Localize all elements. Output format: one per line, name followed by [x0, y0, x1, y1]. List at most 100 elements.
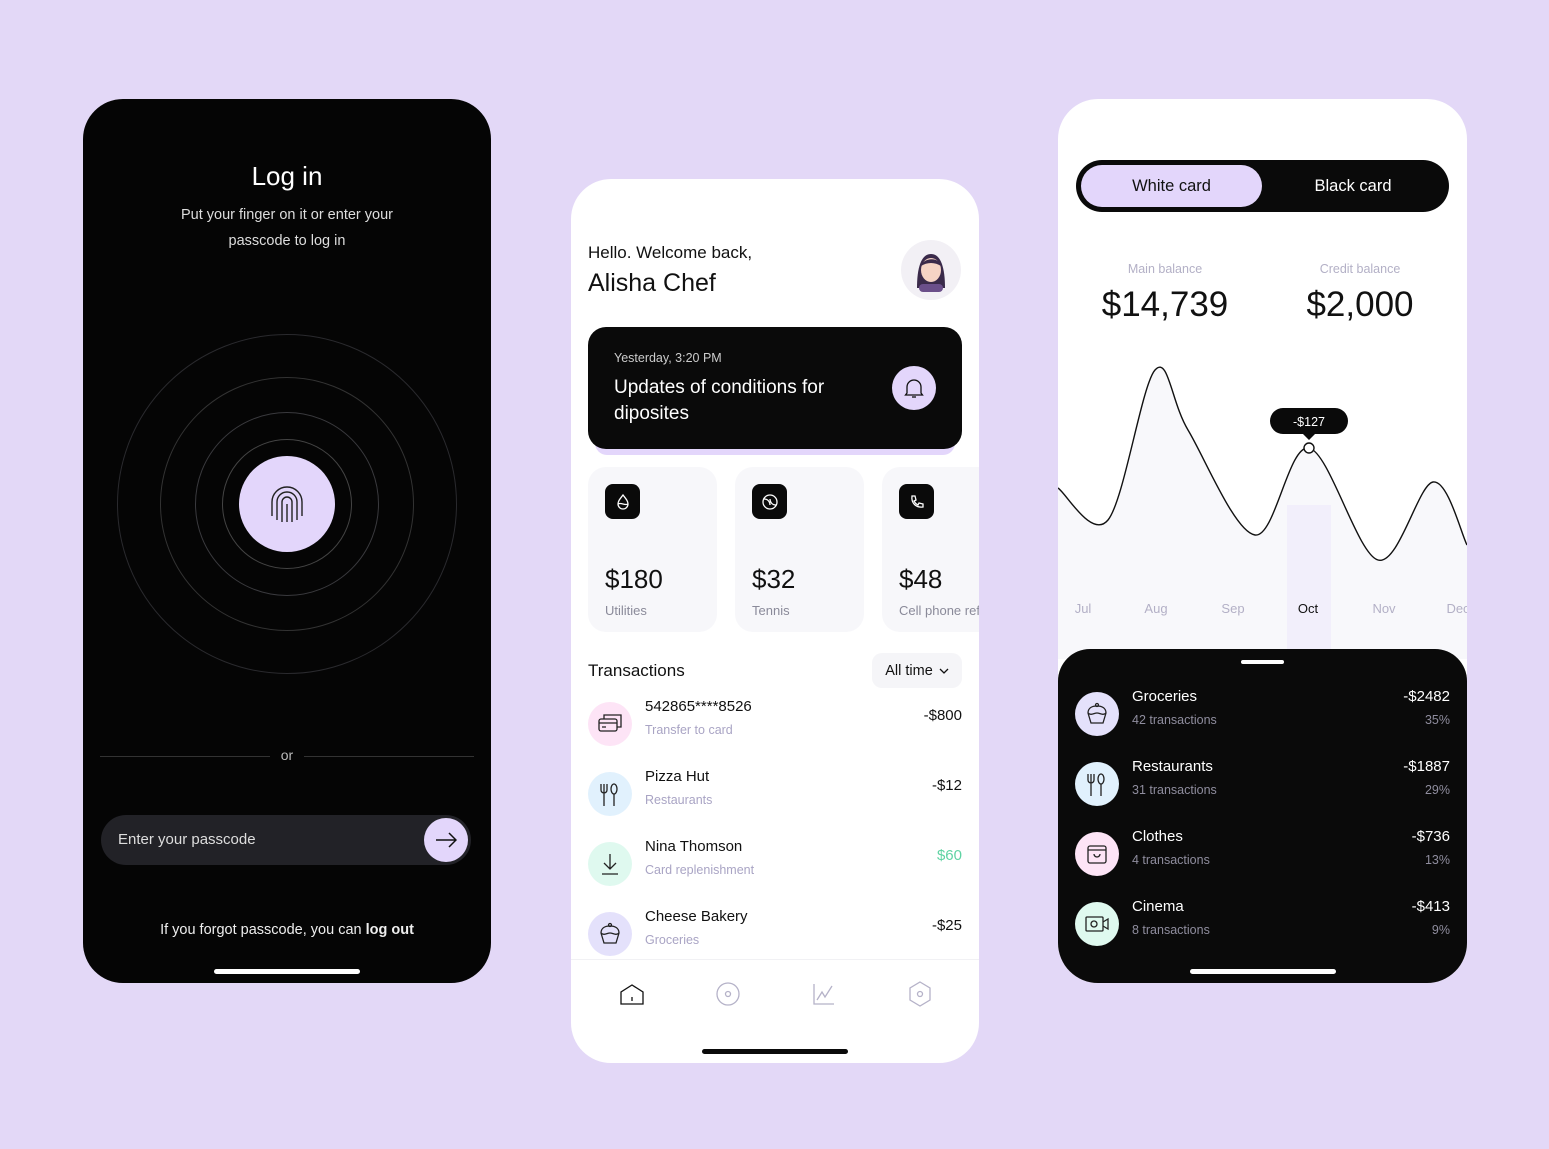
- home-indicator: [702, 1049, 848, 1054]
- month-label[interactable]: Jul: [1075, 601, 1092, 616]
- submit-button[interactable]: [424, 818, 468, 862]
- transaction-title: Pizza Hut: [645, 768, 710, 785]
- fork-spoon-icon: [1087, 773, 1105, 796]
- sheet-handle[interactable]: [1241, 660, 1284, 664]
- category-percent: 13%: [1424, 853, 1450, 867]
- transaction-row[interactable]: Cheese Bakery Groceries -$25: [588, 908, 962, 959]
- category-row[interactable]: Cinema 8 transactions -$413 9%: [1075, 898, 1450, 949]
- phone-icon: [910, 494, 924, 508]
- notification-text-1: Updates of conditions for: [614, 377, 825, 398]
- login-subtitle-2: passcode to log in: [228, 233, 346, 249]
- transactions-title: Transactions: [588, 661, 685, 680]
- category-count: 31 transactions: [1132, 783, 1217, 797]
- transaction-subtitle: Restaurants: [645, 793, 713, 807]
- transaction-row[interactable]: 542865****8526 Transfer to card -$800: [588, 698, 962, 749]
- nav-divider: [571, 959, 979, 960]
- forgot-passcode: If you forgot passcode, you can log out: [83, 922, 491, 938]
- home-screen: Hello. Welcome back, Alisha Chef Yesterd…: [571, 179, 979, 1063]
- month-label[interactable]: Aug: [1144, 601, 1167, 616]
- transaction-subtitle: Transfer to card: [645, 723, 733, 737]
- category-amount: -$413: [1411, 898, 1450, 915]
- transaction-title: Cheese Bakery: [645, 908, 748, 925]
- login-title: Log in: [251, 161, 323, 191]
- stat-card[interactable]: $180 Utilities: [588, 467, 717, 632]
- category-name: Cinema: [1132, 898, 1184, 915]
- spending-chart: [1058, 366, 1467, 659]
- avatar[interactable]: [901, 240, 961, 300]
- logout-link[interactable]: log out: [366, 922, 414, 938]
- category-percent: 9%: [1431, 923, 1450, 937]
- fork-spoon-icon: [600, 783, 618, 806]
- nav-settings[interactable]: [905, 979, 935, 1009]
- home-indicator: [214, 969, 360, 974]
- transaction-amount: $60: [936, 847, 962, 864]
- nav-home[interactable]: [617, 979, 647, 1009]
- category-row[interactable]: Restaurants 31 transactions -$1887 29%: [1075, 758, 1450, 809]
- home-icon: [620, 984, 644, 1005]
- fingerprint-button[interactable]: [239, 456, 335, 552]
- chevron-down-icon: [939, 668, 949, 674]
- notification-card[interactable]: Yesterday, 3:20 PM Updates of conditions…: [588, 327, 962, 449]
- transaction-amount: -$12: [931, 777, 962, 794]
- download-icon: [602, 854, 618, 875]
- stat-icon: [752, 484, 787, 519]
- notification-text-2: diposites: [614, 403, 689, 424]
- category-percent: 35%: [1424, 713, 1450, 727]
- month-label[interactable]: Sep: [1221, 601, 1244, 616]
- user-name: Alisha Chef: [588, 269, 716, 297]
- stat-card[interactable]: $48 Cell phone refill: [882, 467, 979, 632]
- drop-icon: [616, 493, 629, 510]
- bag-icon: [1087, 845, 1107, 864]
- card-icon: [598, 714, 622, 732]
- category-name: Clothes: [1132, 828, 1183, 845]
- transaction-amount: -$800: [923, 707, 962, 724]
- categories-sheet: Groceries 42 transactions -$2482 35% Restaur…: [1058, 649, 1467, 983]
- fingerprint-icon: [271, 486, 303, 522]
- stat-icon: [899, 484, 934, 519]
- category-name: Restaurants: [1132, 758, 1213, 775]
- transaction-icon: [588, 912, 632, 956]
- category-count: 42 transactions: [1132, 713, 1217, 727]
- selected-point: [1303, 442, 1315, 454]
- category-icon: [1075, 692, 1119, 736]
- home-indicator: [1189, 969, 1336, 974]
- category-row[interactable]: Clothes 4 transactions -$736 13%: [1075, 828, 1450, 879]
- month-label[interactable]: Nov: [1372, 601, 1395, 616]
- category-row[interactable]: Groceries 42 transactions -$2482 35%: [1075, 688, 1450, 739]
- category-icon: [1075, 762, 1119, 806]
- notification-time: Yesterday, 3:20 PM: [614, 351, 722, 365]
- stat-label: Tennis: [752, 603, 790, 618]
- category-percent: 29%: [1424, 783, 1450, 797]
- category-icon: [1075, 902, 1119, 946]
- time-filter-dropdown[interactable]: All time: [872, 653, 962, 688]
- stat-card[interactable]: $32 Tennis: [735, 467, 864, 632]
- stat-amount: $48: [899, 564, 943, 594]
- stat-icon: [605, 484, 640, 519]
- forgot-text: If you forgot passcode, you can: [160, 922, 366, 938]
- bell-button[interactable]: [892, 366, 936, 410]
- month-label[interactable]: Dec: [1446, 601, 1467, 616]
- month-label[interactable]: Oct: [1298, 601, 1318, 616]
- transaction-icon: [588, 702, 632, 746]
- transaction-amount: -$25: [931, 917, 962, 934]
- nav-analytics[interactable]: [809, 979, 839, 1009]
- transaction-row[interactable]: Nina Thomson Card replenishment $60: [588, 838, 962, 889]
- or-label: or: [280, 747, 294, 763]
- target-icon: [716, 982, 740, 1006]
- chart-tooltip: -$127: [1293, 415, 1325, 429]
- transaction-title: 542865****8526: [645, 698, 752, 715]
- cards-screen: White card Black card Main balance $14,7…: [1058, 99, 1467, 983]
- transaction-icon: [588, 842, 632, 886]
- chart-icon: [813, 984, 834, 1005]
- transaction-subtitle: Groceries: [645, 933, 700, 947]
- arrow-right-icon: [436, 832, 457, 848]
- category-icon: [1075, 832, 1119, 876]
- passcode-input[interactable]: Enter your passcode: [101, 815, 471, 865]
- stat-label: Utilities: [605, 603, 647, 618]
- transaction-icon: [588, 772, 632, 816]
- nav-target[interactable]: [713, 979, 743, 1009]
- transaction-row[interactable]: Pizza Hut Restaurants -$12: [588, 768, 962, 819]
- transaction-subtitle: Card replenishment: [645, 863, 755, 877]
- avatar-icon: [917, 254, 945, 292]
- chart-area: [1058, 367, 1467, 659]
